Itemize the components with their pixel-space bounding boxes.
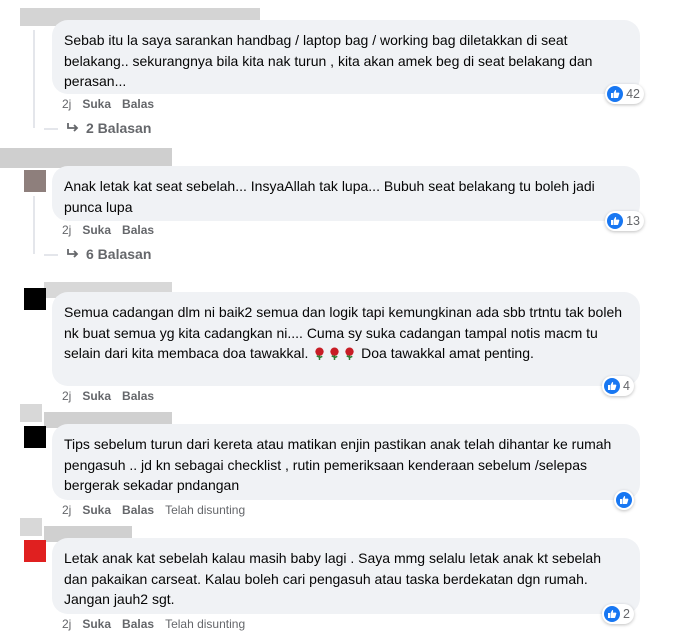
comment-time[interactable]: 2j [62,223,71,237]
avatar[interactable] [24,170,46,192]
reaction-number: 4 [623,379,630,393]
edited-label: Telah disunting [165,617,246,631]
comment-text: Semua cadangan dlm ni baik2 semua dan lo… [64,302,628,364]
comment-time[interactable]: 2j [62,617,71,631]
replies-label: 2 Balasan [86,120,152,136]
comment-actions: 2j Suka Balas [62,389,154,403]
comment-actions: 2j Suka Balas [62,223,154,237]
reaction-count[interactable] [614,490,634,510]
view-replies-button[interactable]: 6 Balasan [66,246,151,262]
like-button[interactable]: Suka [82,617,111,631]
comment-text: Letak anak kat sebelah kalau masih baby … [64,550,601,607]
thread-line [33,196,35,254]
avatar[interactable] [24,426,46,448]
reaction-count[interactable]: 13 [605,211,644,231]
reaction-number: 42 [626,87,640,101]
comment-text: Tips sebelum turun dari kereta atau mati… [64,436,612,493]
comment-actions: 2j Suka Balas Telah disunting [62,503,245,517]
avatar[interactable] [24,540,46,562]
comment-bubble: Anak letak kat seat sebelah... InsyaAlla… [52,166,644,231]
comment-text: Sebab itu la saya sarankan handbag / lap… [64,32,593,89]
comment-actions: 2j Suka Balas Telah disunting [62,617,245,631]
avatar[interactable] [24,288,46,310]
thumbs-up-icon [607,213,624,229]
comment-bubble: Letak anak kat sebelah kalau masih baby … [52,538,640,624]
comment-time[interactable]: 2j [62,97,71,111]
reply-button[interactable]: Balas [122,97,154,111]
thread-branch [44,128,58,130]
reply-button[interactable]: Balas [122,503,154,517]
reaction-number: 13 [626,214,640,228]
reaction-count[interactable]: 2 [602,604,634,624]
reply-arrow-icon [67,249,79,258]
like-button[interactable]: Suka [82,223,111,237]
like-button[interactable]: Suka [82,97,111,111]
replies-label: 6 Balasan [86,246,152,262]
thumbs-up-icon [604,378,621,394]
reply-button[interactable]: Balas [122,223,154,237]
like-button[interactable]: Suka [82,389,111,403]
redacted-name [20,404,42,422]
reaction-count[interactable]: 4 [602,376,634,396]
reply-button[interactable]: Balas [122,389,154,403]
reaction-number: 2 [623,607,630,621]
redacted-name [20,518,42,536]
comment-bubble: Semua cadangan dlm ni baik2 semua dan lo… [52,292,640,396]
redacted-name [0,148,172,168]
thumbs-up-icon [616,492,632,508]
thread-branch [44,254,58,256]
comment-actions: 2j Suka Balas [62,97,154,111]
thumbs-up-icon [604,606,621,622]
comment-time[interactable]: 2j [62,503,71,517]
comment-bubble: Tips sebelum turun dari kereta atau mati… [52,424,640,510]
comment-text-part: Doa tawakkal amat penting. [361,345,534,361]
comment-text: Anak letak kat seat sebelah... InsyaAlla… [64,178,595,215]
edited-label: Telah disunting [165,503,246,517]
reply-arrow-icon [67,123,79,132]
thread-line [33,30,35,128]
like-button[interactable]: Suka [82,503,111,517]
thumbs-up-icon [607,86,624,102]
comment-bubble: Sebab itu la saya sarankan handbag / lap… [52,20,644,104]
view-replies-button[interactable]: 2 Balasan [66,120,151,136]
rose-emoji [312,345,361,361]
reply-button[interactable]: Balas [122,617,154,631]
reaction-count[interactable]: 42 [605,84,644,104]
comment-time[interactable]: 2j [62,389,71,403]
